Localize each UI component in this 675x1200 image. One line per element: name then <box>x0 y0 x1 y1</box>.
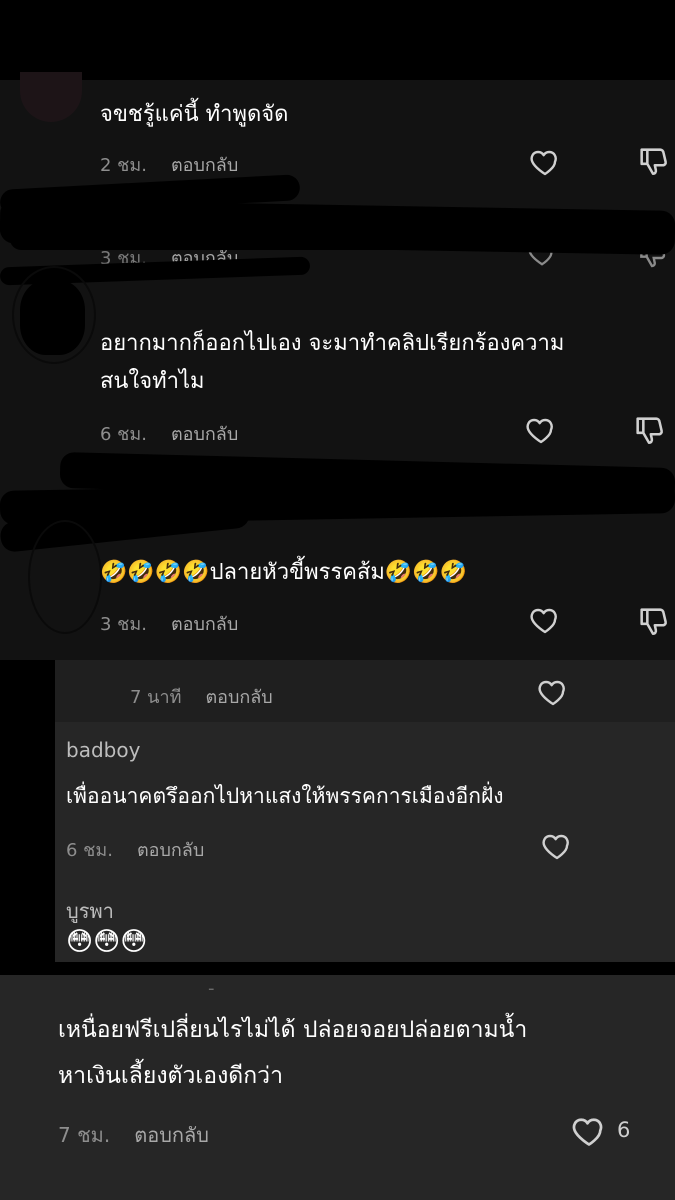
top-band <box>0 0 675 80</box>
comment-meta: 3 ชม. ตอบกลับ <box>100 609 238 638</box>
reply-button[interactable]: ตอบกลับ <box>171 155 238 176</box>
reply-button[interactable]: ตอบกลับ <box>171 424 238 445</box>
reply-button[interactable]: ตอบกลับ <box>134 1123 209 1147</box>
comment-text: จขชรู้แค่นี้ ทำพูดจัด <box>100 102 289 127</box>
username[interactable]: badboy <box>66 738 140 762</box>
cropped-text: - <box>208 978 215 999</box>
comment-text-line: เหนื่อยฟรีเปลี่ยนไรไม่ได้ ปล่อยจอยปล่อยต… <box>58 1017 528 1043</box>
thumbs-down-icon[interactable] <box>636 144 670 178</box>
thumbs-down-icon[interactable] <box>632 413 666 447</box>
comment-meta: 7 ชม. ตอบกลับ <box>58 1119 209 1151</box>
reply-text: 😳😳😳 <box>66 927 148 957</box>
comment-text: 🤣🤣🤣🤣ปลายหัวขี้พรรคส้ม🤣🤣🤣 <box>100 560 468 585</box>
reply-button[interactable]: ตอบกลับ <box>205 687 272 708</box>
reply-text: เพื่ออนาคตรึออกไปหาแสงให้พรรคการเมืองอีก… <box>66 784 504 808</box>
heart-outline-icon[interactable] <box>528 604 562 636</box>
like-count: 6 <box>617 1118 631 1142</box>
comment-meta: 2 ชม. ตอบกลับ <box>100 150 238 179</box>
comment-time: 3 ชม. <box>100 614 147 635</box>
reply-button[interactable]: ตอบกลับ <box>171 614 238 635</box>
comment-text-line: อยากมากก็ออกไปเอง จะมาทำคลิปเรียกร้องควา… <box>100 331 565 356</box>
reply-meta: 6 ชม. ตอบกลับ <box>66 835 204 864</box>
reply-time: 7 นาที <box>130 687 182 708</box>
redaction-scribble <box>10 228 670 250</box>
comment-text-line: สนใจทำไม <box>100 369 205 394</box>
heart-outline-icon[interactable] <box>536 676 570 708</box>
reply-button[interactable]: ตอบกลับ <box>137 840 204 861</box>
username[interactable]: บูรพา <box>66 895 114 927</box>
heart-outline-icon[interactable] <box>540 830 574 862</box>
redaction-scribble <box>20 280 85 355</box>
reply-meta: 7 นาที ตอบกลับ <box>130 682 273 711</box>
thumbs-down-icon[interactable] <box>636 604 670 638</box>
comment-time: 7 ชม. <box>58 1123 111 1147</box>
heart-outline-icon[interactable] <box>528 146 562 178</box>
reply-time: 6 ชม. <box>66 840 113 861</box>
heart-outline-icon[interactable] <box>524 414 558 446</box>
comment-text-line: หาเงินเลี้ยงตัวเองดีกว่า <box>58 1063 284 1089</box>
redaction-scribble <box>28 520 102 634</box>
comment-time: 2 ชม. <box>100 155 147 176</box>
comment-time: 6 ชม. <box>100 424 147 445</box>
heart-outline-icon[interactable] <box>570 1113 608 1149</box>
comment-meta: 6 ชม. ตอบกลับ <box>100 419 238 448</box>
